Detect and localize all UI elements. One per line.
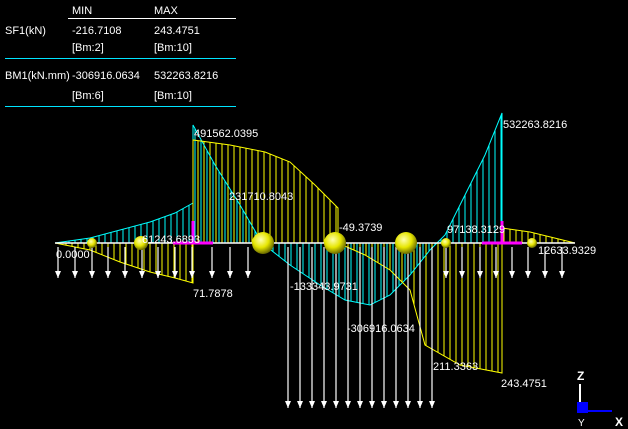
load-arrow-head: [189, 271, 195, 278]
node-sphere: [252, 232, 274, 254]
axis-triad: Z Y X: [577, 369, 623, 429]
beam-diagram-viewport[interactable]: 491562.0395 532263.8216 231710.8043 -49.…: [0, 0, 628, 429]
load-arrow-head: [55, 271, 61, 278]
load-arrow-head: [172, 271, 178, 278]
load-arrow-head: [245, 271, 251, 278]
load-arrow-head: [405, 401, 411, 408]
bm-label: 97138.3129: [447, 224, 505, 236]
bm-label: 491562.0395: [194, 128, 258, 140]
load-arrow-head: [509, 271, 515, 278]
load-arrow-head: [285, 401, 291, 408]
bm-label: 0.0000: [56, 249, 90, 261]
sf-label: -49.3739: [339, 222, 382, 234]
sf-label: 243.4751: [501, 378, 547, 390]
load-arrow-head: [429, 401, 435, 408]
load-arrow-head: [459, 271, 465, 278]
load-arrow-head: [345, 401, 351, 408]
load-arrow-head: [297, 401, 303, 408]
bm-label: 12633.9329: [538, 245, 596, 257]
node-sphere: [324, 232, 346, 254]
load-arrow-head: [89, 271, 95, 278]
axis-origin-cube: [577, 402, 588, 413]
load-arrow-head: [369, 401, 375, 408]
load-arrow-head: [122, 271, 128, 278]
bm-label: -306916.0634: [347, 323, 415, 335]
bm-label: 61243.6893: [142, 234, 200, 246]
load-arrow-head: [139, 271, 145, 278]
bm-label: 231710.8043: [229, 191, 293, 203]
load-arrow-head: [525, 271, 531, 278]
load-arrow-head: [309, 401, 315, 408]
load-arrow-head: [357, 401, 363, 408]
load-arrow-head: [333, 401, 339, 408]
load-arrow-head: [381, 401, 387, 408]
load-arrow-head: [321, 401, 327, 408]
bm-label: -133343.9731: [290, 281, 358, 293]
load-arrow-head: [393, 401, 399, 408]
load-arrow-head: [72, 271, 78, 278]
x-axis-label: X: [615, 415, 623, 429]
load-arrows: [55, 247, 565, 408]
load-arrow-head: [559, 271, 565, 278]
load-arrow-head: [227, 271, 233, 278]
node-sphere: [87, 238, 97, 248]
node-sphere: [527, 238, 537, 248]
bm-label: 532263.8216: [503, 119, 567, 131]
load-arrow-head: [477, 271, 483, 278]
load-arrow-head: [105, 271, 111, 278]
load-arrow-head: [209, 271, 215, 278]
sf-label: 211.3363: [433, 361, 478, 373]
load-arrow-head: [542, 271, 548, 278]
node-sphere: [395, 232, 417, 254]
load-arrow-head: [417, 401, 423, 408]
node-sphere: [441, 238, 451, 248]
y-axis-label: Y: [578, 418, 585, 429]
sf-label: 71.7878: [193, 288, 233, 300]
z-axis-label: Z: [577, 369, 584, 383]
